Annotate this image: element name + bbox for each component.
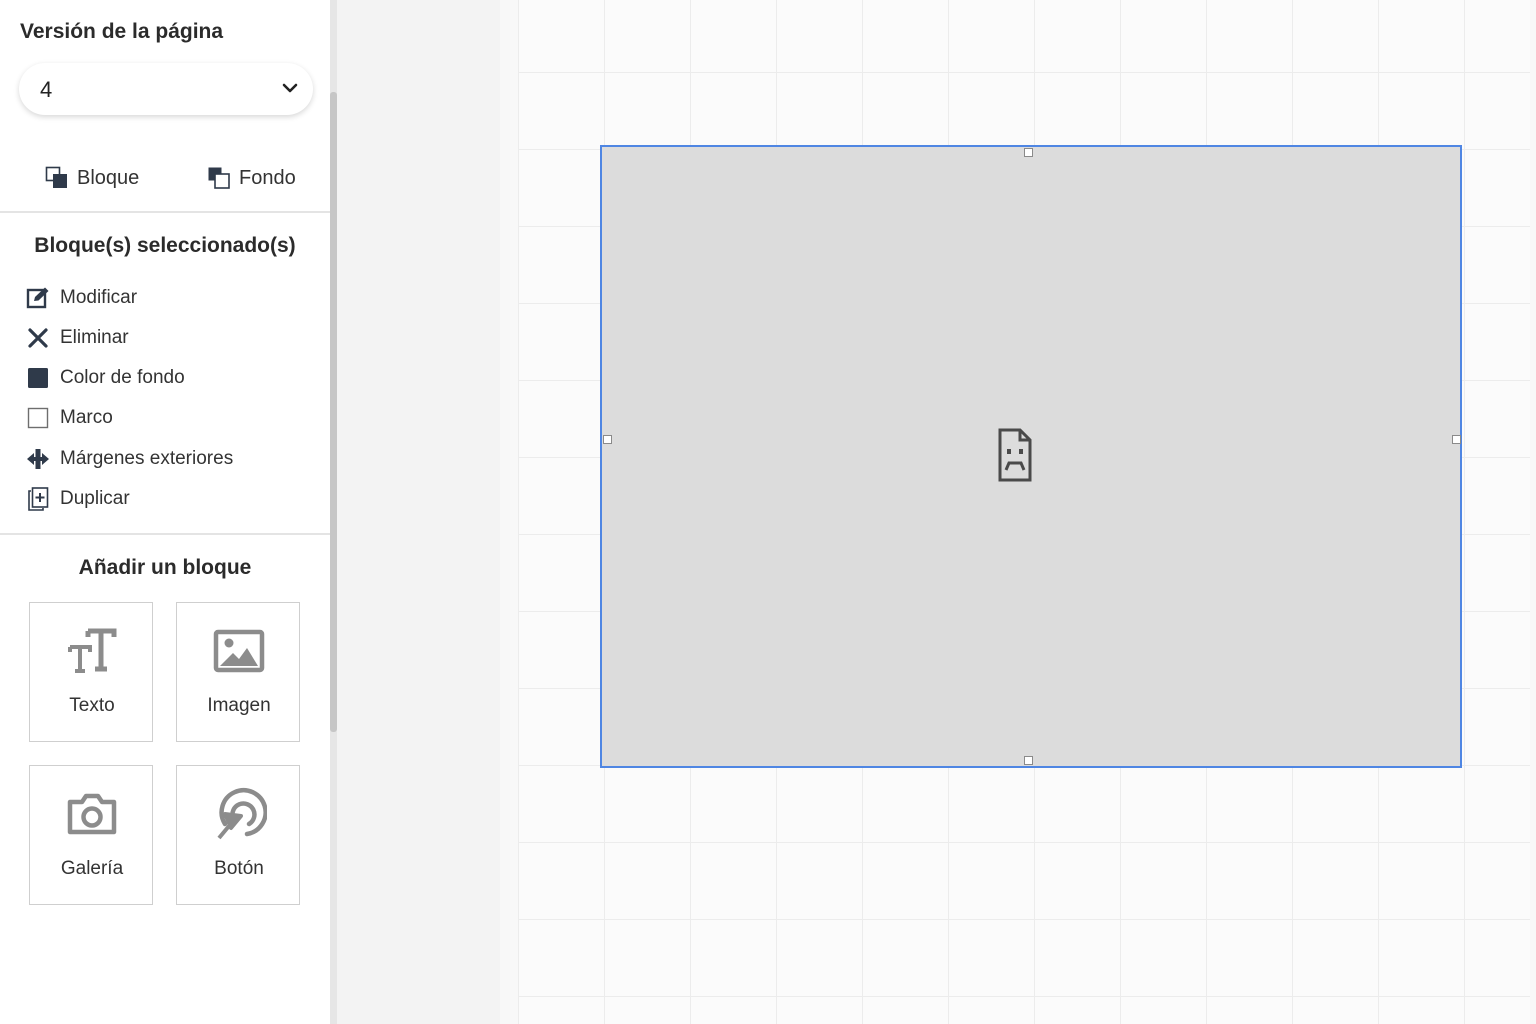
divider [0, 211, 330, 213]
add-block-texto-label: Texto [69, 695, 115, 716]
action-eliminar[interactable]: Eliminar [26, 323, 129, 353]
tab-fondo[interactable]: Fondo [207, 160, 296, 196]
add-block-galeria[interactable]: Galería [29, 765, 153, 905]
block-layer-icon [45, 166, 67, 188]
filled-square-icon [26, 366, 50, 390]
tab-fondo-label: Fondo [239, 166, 296, 189]
action-margenes-exteriores-label: Márgenes exteriores [60, 448, 234, 469]
resize-handle-bottom[interactable] [1024, 756, 1033, 765]
action-color-de-fondo-label: Color de fondo [60, 367, 185, 388]
action-duplicar[interactable]: Duplicar [26, 484, 130, 514]
empty-square-icon [26, 406, 50, 430]
duplicate-icon [26, 487, 50, 511]
resize-handle-left[interactable] [603, 435, 612, 444]
resize-handle-right[interactable] [1452, 435, 1461, 444]
action-margenes-exteriores[interactable]: Márgenes exteriores [26, 444, 233, 474]
tab-bloque-label: Bloque [77, 166, 140, 189]
page-version-value: 4 [40, 77, 53, 102]
add-block-texto[interactable]: Texto [29, 602, 153, 742]
background-layer-icon [208, 167, 230, 189]
action-eliminar-label: Eliminar [60, 327, 129, 348]
edit-icon [26, 286, 50, 310]
add-block-imagen-label: Imagen [207, 695, 271, 716]
broken-image-icon [998, 428, 1032, 482]
close-icon [26, 326, 50, 350]
page-version-select[interactable]: 4 [19, 63, 313, 115]
text-icon [30, 623, 154, 679]
divider [0, 533, 330, 535]
add-block-imagen[interactable]: Imagen [176, 602, 300, 742]
action-marco[interactable]: Marco [26, 403, 113, 433]
action-modificar-label: Modificar [60, 287, 138, 308]
page-version-label: Versión de la página [20, 20, 224, 43]
action-marco-label: Marco [60, 407, 113, 428]
sidebar-scrollbar-thumb[interactable] [330, 92, 337, 732]
sidebar: Versión de la página 4 Bloque Fondo Bloq… [0, 0, 330, 1024]
camera-icon [30, 786, 154, 842]
selected-image-block[interactable] [600, 145, 1462, 768]
chevron-down-icon [282, 83, 298, 93]
move-arrows-icon [26, 447, 50, 471]
add-block-galeria-label: Galería [60, 858, 124, 879]
add-block-boton-label: Botón [214, 858, 264, 879]
action-color-de-fondo[interactable]: Color de fondo [26, 363, 185, 393]
selected-blocks-title: Bloque(s) seleccionado(s) [34, 234, 296, 257]
add-block-boton[interactable]: Botón [176, 765, 300, 905]
image-icon [177, 623, 301, 679]
add-block-title: Añadir un bloque [78, 556, 252, 579]
action-duplicar-label: Duplicar [60, 488, 130, 509]
tab-bloque[interactable]: Bloque [45, 160, 139, 196]
button-click-icon [177, 786, 301, 842]
layer-tabs: Bloque Fondo [0, 160, 330, 200]
resize-handle-top[interactable] [1024, 148, 1033, 157]
canvas-gutter [337, 0, 500, 1024]
action-modificar[interactable]: Modificar [26, 283, 137, 313]
